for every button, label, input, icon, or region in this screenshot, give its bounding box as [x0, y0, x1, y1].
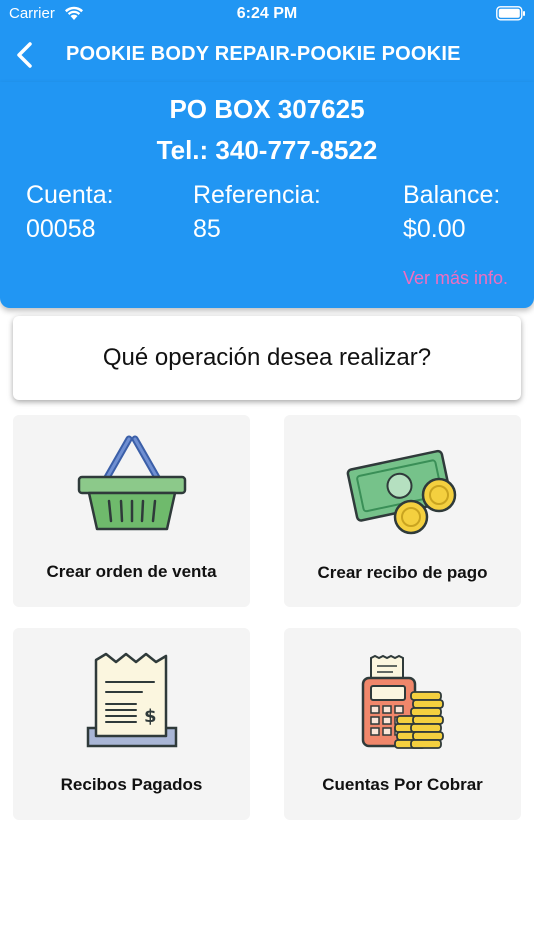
paid-receipts-button[interactable]: $ Recibos Pagados — [13, 628, 250, 820]
account-address: PO BOX 307625 — [169, 94, 365, 124]
referencia-block: Referencia: 85 — [193, 178, 321, 246]
money-icon — [346, 449, 456, 535]
back-chevron-icon[interactable] — [12, 40, 40, 70]
create-sales-order-button[interactable]: Crear orden de venta — [13, 415, 250, 607]
phone-value: 340-777-8522 — [215, 135, 378, 165]
battery-icon — [496, 6, 525, 21]
referencia-label: Referencia: — [193, 181, 321, 209]
navigation-bar: POOKIE BODY REPAIR-POOKIE POOKIE — [0, 28, 534, 82]
tile-label: Crear orden de venta — [46, 562, 217, 581]
status-time: 6:24 PM — [236, 5, 298, 22]
receipt-icon: $ — [86, 652, 177, 748]
phone-label: Tel.: — [156, 135, 209, 165]
accounts-receivable-button[interactable]: Cuentas Por Cobrar — [284, 628, 521, 820]
tile-label: Recibos Pagados — [60, 775, 203, 794]
basket-icon — [77, 435, 186, 531]
create-payment-receipt-button[interactable]: Crear recibo de pago — [284, 415, 521, 607]
account-card: PO BOX 307625 Tel.: 340-777-8522 Cuenta:… — [0, 82, 534, 308]
status-bar: Carrier 6:24 PM — [0, 0, 534, 28]
tile-label: Cuentas Por Cobrar — [322, 775, 483, 794]
balance-block: Balance: $0.00 — [403, 178, 500, 246]
cuenta-block: Cuenta: 00058 — [26, 178, 114, 246]
more-info-link[interactable]: Ver más info. — [403, 268, 508, 289]
page-title: POOKIE BODY REPAIR-POOKIE POOKIE — [66, 43, 461, 65]
svg-text:$: $ — [144, 706, 157, 727]
cuenta-label: Cuenta: — [26, 181, 114, 209]
register-coins-icon — [361, 654, 444, 749]
balance-label: Balance: — [403, 181, 501, 209]
operation-question: Qué operación desea realizar? — [13, 316, 521, 400]
question-text: Qué operación desea realizar? — [102, 344, 432, 371]
cuenta-value: 00058 — [26, 215, 96, 243]
account-phone-row: Tel.: 340-777-8522 — [0, 135, 534, 166]
tile-label: Crear recibo de pago — [317, 563, 488, 582]
referencia-value: 85 — [193, 215, 221, 243]
balance-value: $0.00 — [403, 215, 466, 243]
